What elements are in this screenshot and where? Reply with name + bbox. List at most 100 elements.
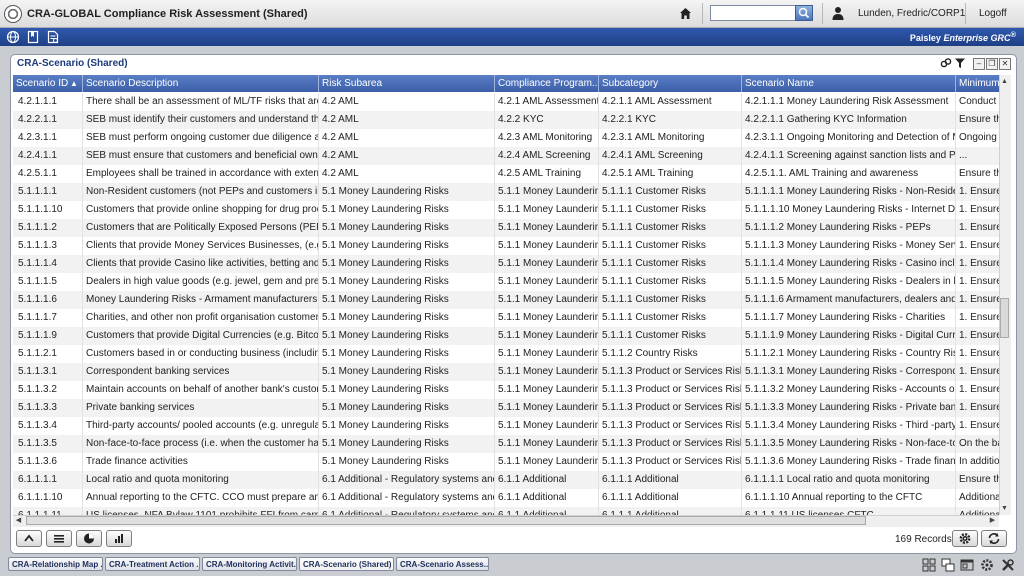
task-tab[interactable]: CRA-Scenario Assess... — [396, 557, 489, 571]
table-cell: 4.2.2.1 KYC — [599, 111, 742, 129]
column-header[interactable]: Minimum — [956, 75, 999, 92]
brand-logo: Paisley Enterprise GRC® — [909, 30, 1016, 43]
table-cell: 5.1.1.1.10 Money Laundering Risks - Inte… — [742, 201, 956, 219]
table-cell: 5.1.1 Money Laundering — [495, 453, 599, 471]
table-cell: Customers that provide Digital Currencie… — [83, 327, 319, 345]
table-row[interactable]: 6.1.1.1.11US licenses. NFA Bylaw 1101 pr… — [13, 507, 999, 515]
bar-chart-button[interactable] — [106, 530, 132, 547]
table-cell: 5.1.1.2.1 Money Laundering Risks - Count… — [742, 345, 956, 363]
windows-icon[interactable] — [960, 558, 974, 572]
table-row[interactable]: 4.2.2.1.1 SEB must identify their custome… — [13, 111, 999, 129]
vertical-scrollbar[interactable] — [999, 75, 1011, 515]
table-row[interactable]: 5.1.1.1.5 Dealers in high value goods (e.… — [13, 273, 999, 291]
settings-icon[interactable] — [980, 558, 994, 572]
table-cell: 1. Ensure — [956, 363, 999, 381]
table-row[interactable]: 5.1.1.1.4 Clients that provide Casino lik… — [13, 255, 999, 273]
collapse-button[interactable] — [16, 530, 42, 547]
table-row[interactable]: 5.1.1.1.7 Charities, and other non profit… — [13, 309, 999, 327]
pie-chart-button[interactable] — [76, 530, 102, 547]
task-tab[interactable]: CRA-Monitoring Activit... — [202, 557, 297, 571]
table-cell: 5.1.1.1 Customer Risks — [599, 273, 742, 291]
search-input[interactable] — [710, 5, 800, 21]
restore-button[interactable]: ❐ — [986, 58, 998, 70]
table-row[interactable]: 6.1.1.1.10 Annual reporting to the CFTC. … — [13, 489, 999, 507]
table-cell: Additiona — [956, 507, 999, 515]
column-header[interactable]: Scenario Name — [742, 75, 956, 92]
table-row[interactable]: 5.1.1.3.6 Trade finance activities 5.1 Mon… — [13, 453, 999, 471]
table-cell: 5.1.1 Money Laundering — [495, 183, 599, 201]
table-row[interactable]: 4.2.4.1.1 SEB must ensure that customers … — [13, 147, 999, 165]
close-icon: ✕ — [1001, 59, 1009, 68]
table-row[interactable]: 5.1.1.1.1 Non-Resident customers (not PEP… — [13, 183, 999, 201]
settings-button[interactable] — [952, 530, 978, 547]
scroll-down-icon[interactable]: ▼ — [1000, 504, 1009, 513]
logoff-link[interactable]: Logoff — [979, 8, 1007, 19]
grid-header: Scenario ID Scenario Description Risk Suba… — [13, 75, 999, 92]
table-cell: 4.2.1.1 AML Assessment — [599, 93, 742, 111]
table-row[interactable]: 5.1.1.1.9 Customers that provide Digital … — [13, 327, 999, 345]
scroll-up-icon[interactable]: ▲ — [1000, 77, 1009, 86]
table-cell: SEB must perform ongoing customer due di… — [83, 129, 319, 147]
table-cell: Correspondent banking services — [83, 363, 319, 381]
user-name: Lunden, Fredric/CORP1 — [858, 8, 966, 19]
app-logo-icon — [4, 5, 22, 23]
task-tab[interactable]: CRA-Scenario (Shared) — [299, 557, 394, 571]
table-cell: SEB must ensure that customers and benef… — [83, 147, 319, 165]
tile-icon[interactable] — [922, 558, 936, 572]
table-row[interactable]: 4.2.1.1.1 There shall be an assessment of… — [13, 93, 999, 111]
column-header[interactable]: Risk Subarea — [319, 75, 495, 92]
link-icon[interactable] — [940, 57, 952, 69]
table-cell: 5.1.1.3.5 — [13, 435, 83, 453]
table-cell: 5.1.1.3.1 — [13, 363, 83, 381]
table-row[interactable]: 5.1.1.3.2 Maintain accounts on behalf of … — [13, 381, 999, 399]
table-row[interactable]: 5.1.1.3.3 Private banking services 5.1 Mon… — [13, 399, 999, 417]
table-row[interactable]: 5.1.1.1.10 Customers that provide online … — [13, 201, 999, 219]
table-row[interactable]: 5.1.1.1.6 Money Laundering Risks - Armame… — [13, 291, 999, 309]
scroll-right-icon[interactable]: ▶ — [988, 516, 997, 525]
document-icon[interactable] — [46, 30, 60, 44]
home-icon[interactable] — [679, 7, 692, 20]
table-cell: 5.1.1 Money Laundering — [495, 219, 599, 237]
table-row[interactable]: 6.1.1.1.1 Local ratio and quota monitorin… — [13, 471, 999, 489]
gear-icon — [959, 533, 971, 544]
table-cell: 1. Ensure — [956, 237, 999, 255]
vertical-scroll-thumb[interactable] — [1000, 298, 1009, 338]
table-cell: 5.1.1.3.3 — [13, 399, 83, 417]
column-header[interactable]: Compliance Program... — [495, 75, 599, 92]
column-header[interactable]: Scenario Description — [83, 75, 319, 92]
table-cell: 4.2 AML — [319, 111, 495, 129]
table-row[interactable]: 5.1.1.1.2 Customers that are Politically … — [13, 219, 999, 237]
table-cell: 5.1.1.3 Product or Services Risks — [599, 399, 742, 417]
filter-icon[interactable] — [954, 57, 966, 69]
search-button[interactable] — [795, 5, 813, 21]
table-cell: 1. Ensure — [956, 381, 999, 399]
table-cell: 5.1.1.1 Customer Risks — [599, 255, 742, 273]
table-row[interactable]: 5.1.1.2.1 Customers based in or conductin… — [13, 345, 999, 363]
search-icon — [798, 7, 810, 19]
column-header[interactable]: Subcategory — [599, 75, 742, 92]
globe-icon[interactable] — [6, 30, 20, 44]
table-cell: 5.1.1 Money Laundering — [495, 417, 599, 435]
table-cell: 1. Ensure — [956, 399, 999, 417]
bookmark-icon[interactable] — [26, 30, 40, 44]
task-tab[interactable]: CRA-Treatment Action ... — [105, 557, 200, 571]
refresh-button[interactable] — [981, 530, 1007, 547]
table-row[interactable]: 4.2.3.1.1 SEB must perform ongoing custom… — [13, 129, 999, 147]
list-view-button[interactable] — [46, 530, 72, 547]
tools-icon[interactable] — [1001, 558, 1015, 572]
minimize-button[interactable]: – — [973, 58, 985, 70]
horizontal-scroll-thumb[interactable] — [26, 516, 866, 525]
task-tab[interactable]: CRA-Relationship Map ... — [8, 557, 103, 571]
table-row[interactable]: 5.1.1.3.1 Correspondent banking services 5… — [13, 363, 999, 381]
main-toolbar — [0, 28, 1024, 46]
close-button[interactable]: ✕ — [999, 58, 1011, 70]
table-row[interactable]: 4.2.5.1.1 Employees shall be trained in a… — [13, 165, 999, 183]
scroll-left-icon[interactable]: ◀ — [14, 516, 23, 525]
table-row[interactable]: 5.1.1.3.5 Non-face-to-face process (i.e. … — [13, 435, 999, 453]
table-cell: 5.1.1 Money Laundering — [495, 435, 599, 453]
table-cell: 5.1.1 Money Laundering — [495, 399, 599, 417]
table-row[interactable]: 5.1.1.3.4 Third-party accounts/ pooled ac… — [13, 417, 999, 435]
cascade-icon[interactable] — [941, 558, 955, 572]
table-row[interactable]: 5.1.1.1.3 Clients that provide Money Serv… — [13, 237, 999, 255]
table-cell: Ensure th — [956, 471, 999, 489]
